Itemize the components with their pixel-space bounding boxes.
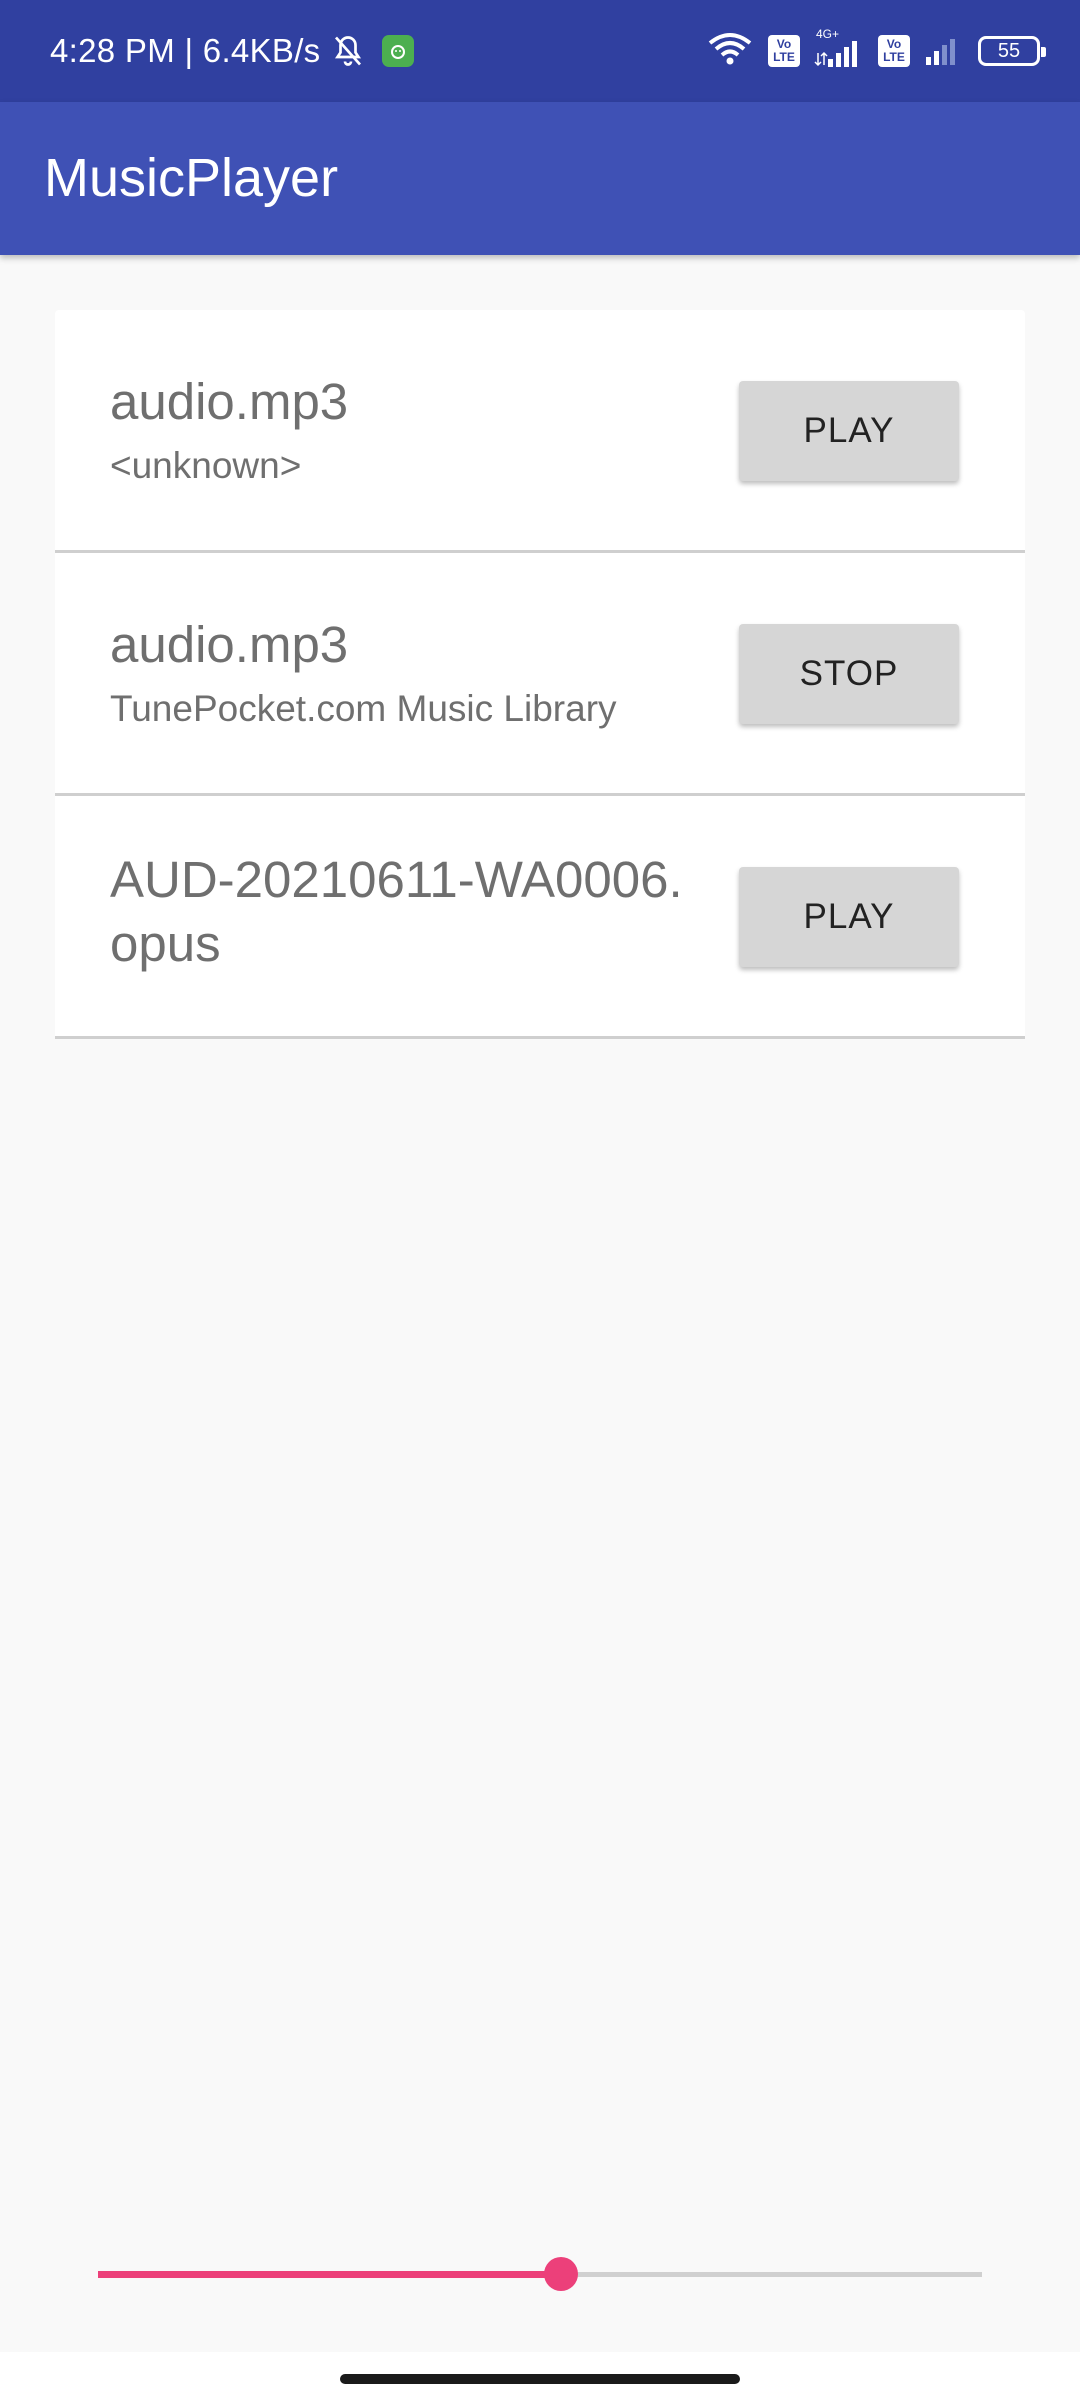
track-title: audio.mp3 [110,373,349,430]
app-badge-icon [382,35,415,67]
home-indicator[interactable] [340,2374,740,2384]
stop-button[interactable]: STOP [739,624,959,724]
track-artist: <unknown> [110,445,302,486]
track-item: audio.mp3 <unknown> PLAY [55,310,1025,553]
seekbar-progress [98,2271,562,2278]
bell-off-icon [330,33,366,69]
track-list: audio.mp3 <unknown> PLAY audio.mp3 TuneP… [55,310,1025,1039]
navigation-bar [0,2352,1080,2400]
status-right: Vo LTE 4G+ Vo LTE 55 [706,0,1046,102]
status-time: 4:28 PM | 6.4KB/s [50,32,321,69]
volte-icon: Vo LTE [768,35,800,67]
play-button[interactable]: PLAY [739,381,959,481]
track-title: audio.mp3 [110,616,349,673]
battery-icon: 55 [978,36,1046,66]
volte-icon: Vo LTE [878,35,910,67]
track-artist: TunePocket.com Music Library [110,688,617,729]
app-bar: MusicPlayer [0,102,1080,255]
signal-icon [924,31,964,72]
seekbar-thumb[interactable] [544,2257,579,2291]
signal-4g-icon: 4G+ [814,27,864,69]
play-button[interactable]: PLAY [739,867,959,967]
status-bar: 4:28 PM | 6.4KB/s Vo LTE 4G+ Vo LTE 55 [0,0,1080,102]
track-title: AUD-20210611-WA0006. opus [110,851,683,972]
app-title: MusicPlayer [44,148,339,208]
status-left: 4:28 PM | 6.4KB/s [50,0,415,102]
wifi-icon [706,31,754,72]
battery-level: 55 [997,39,1021,62]
track-item: AUD-20210611-WA0006. opus PLAY [55,796,1025,1039]
track-item: audio.mp3 TunePocket.com Music Library S… [55,553,1025,796]
seekbar[interactable] [98,2250,982,2298]
